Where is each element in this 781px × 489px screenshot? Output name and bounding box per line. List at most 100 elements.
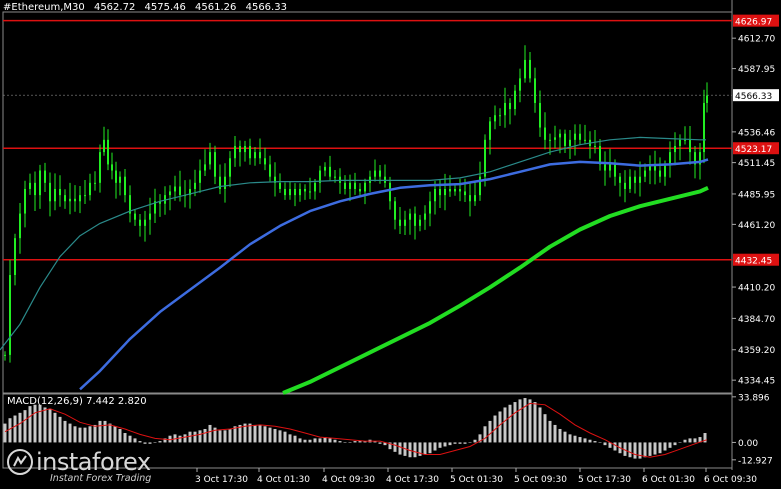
candle-body <box>399 219 401 226</box>
macd-bar <box>83 427 87 443</box>
candle <box>404 210 406 235</box>
candle <box>64 189 66 209</box>
candle <box>79 186 81 214</box>
macd-bar <box>278 430 282 443</box>
candle-body <box>554 137 556 140</box>
candle <box>429 191 431 227</box>
candle <box>169 185 171 211</box>
candle-body <box>459 188 461 192</box>
candle <box>259 138 261 165</box>
candle <box>279 173 281 193</box>
candle-body <box>115 170 117 183</box>
candle <box>579 124 581 145</box>
candle-body <box>569 139 571 146</box>
macd-bar <box>328 438 332 443</box>
macd-bar <box>38 404 42 443</box>
candle-body <box>39 170 41 196</box>
price-chart[interactable]: 4626.97 4523.17 4432.45 4566.33 33.896 0.00 -… <box>0 0 781 489</box>
candle-body <box>429 201 431 214</box>
price-tick-label: 4511.45 <box>738 159 775 169</box>
candle-body <box>134 213 136 220</box>
time-tick-label: 5 Oct 01:30 <box>450 475 503 485</box>
level-lines[interactable]: 4626.97 4523.17 4432.45 4566.33 <box>3 14 779 267</box>
candle-body <box>644 170 646 177</box>
candle <box>204 149 206 176</box>
candle-body <box>49 182 51 202</box>
candle-body <box>604 164 606 171</box>
candle <box>319 165 321 193</box>
candle-body <box>444 188 446 196</box>
candle <box>564 129 566 153</box>
current-price-label: 4566.33 <box>735 92 772 102</box>
macd-bar <box>178 435 182 443</box>
candle <box>469 181 471 217</box>
macd-bar <box>653 442 657 455</box>
candle-body <box>434 188 436 202</box>
macd-bar <box>293 435 297 443</box>
candle-body <box>679 139 681 146</box>
candle <box>349 174 351 202</box>
candle-body <box>169 191 171 196</box>
candle-body <box>234 145 236 159</box>
candle <box>634 170 636 194</box>
candle <box>624 170 626 203</box>
candle-body <box>144 219 146 226</box>
candle <box>519 68 521 103</box>
candle-body <box>364 182 366 192</box>
macd-bar <box>578 437 582 443</box>
candle-body <box>204 164 206 171</box>
candle-body <box>249 145 251 159</box>
candle <box>239 140 241 167</box>
macd-bar <box>508 404 512 443</box>
candle-body <box>544 127 546 140</box>
macd-bar <box>568 434 572 443</box>
candle-body <box>139 219 141 226</box>
macd-bar <box>573 435 577 443</box>
candle <box>234 135 236 167</box>
candle <box>9 259 11 363</box>
candle-body <box>389 182 391 202</box>
macd-bar <box>153 442 157 443</box>
close-value: 4566.33 <box>245 2 287 13</box>
candle <box>389 176 391 210</box>
candle <box>124 168 126 203</box>
macd-bar <box>48 408 52 443</box>
macd-bar <box>628 442 632 458</box>
candle-body <box>469 195 471 202</box>
macd-bar <box>193 431 197 443</box>
candle-body <box>349 182 351 189</box>
sma_mid-line <box>79 158 709 391</box>
macd-bar <box>333 439 337 443</box>
time-tick-label: 6 Oct 09:30 <box>704 475 757 485</box>
macd-bar <box>78 427 82 443</box>
time-tick-label: 5 Oct 17:30 <box>578 475 631 485</box>
candle <box>554 125 556 149</box>
macd-bar <box>18 412 22 443</box>
candle <box>684 126 686 145</box>
candle-body <box>609 164 611 171</box>
candle-body <box>484 139 486 177</box>
macd-bar <box>538 407 542 443</box>
candle-body <box>674 145 676 153</box>
macd-bar <box>123 433 127 443</box>
candle <box>539 90 541 137</box>
macd-bar <box>598 442 602 443</box>
candle <box>409 208 411 235</box>
macd-bar <box>443 442 447 447</box>
candle <box>154 188 156 224</box>
candle-body <box>284 188 286 196</box>
candle <box>459 178 461 202</box>
candle <box>424 205 426 230</box>
candle <box>111 152 113 180</box>
candle-body <box>439 188 441 196</box>
candle <box>4 351 6 361</box>
macd-bar <box>453 442 457 444</box>
macd-bar <box>103 420 107 443</box>
candle <box>589 131 591 159</box>
candle-body <box>394 201 396 220</box>
candle-body <box>309 191 311 193</box>
candle <box>706 82 708 113</box>
candle <box>529 52 531 83</box>
macd-bar <box>268 427 272 443</box>
candle-body <box>504 102 506 116</box>
